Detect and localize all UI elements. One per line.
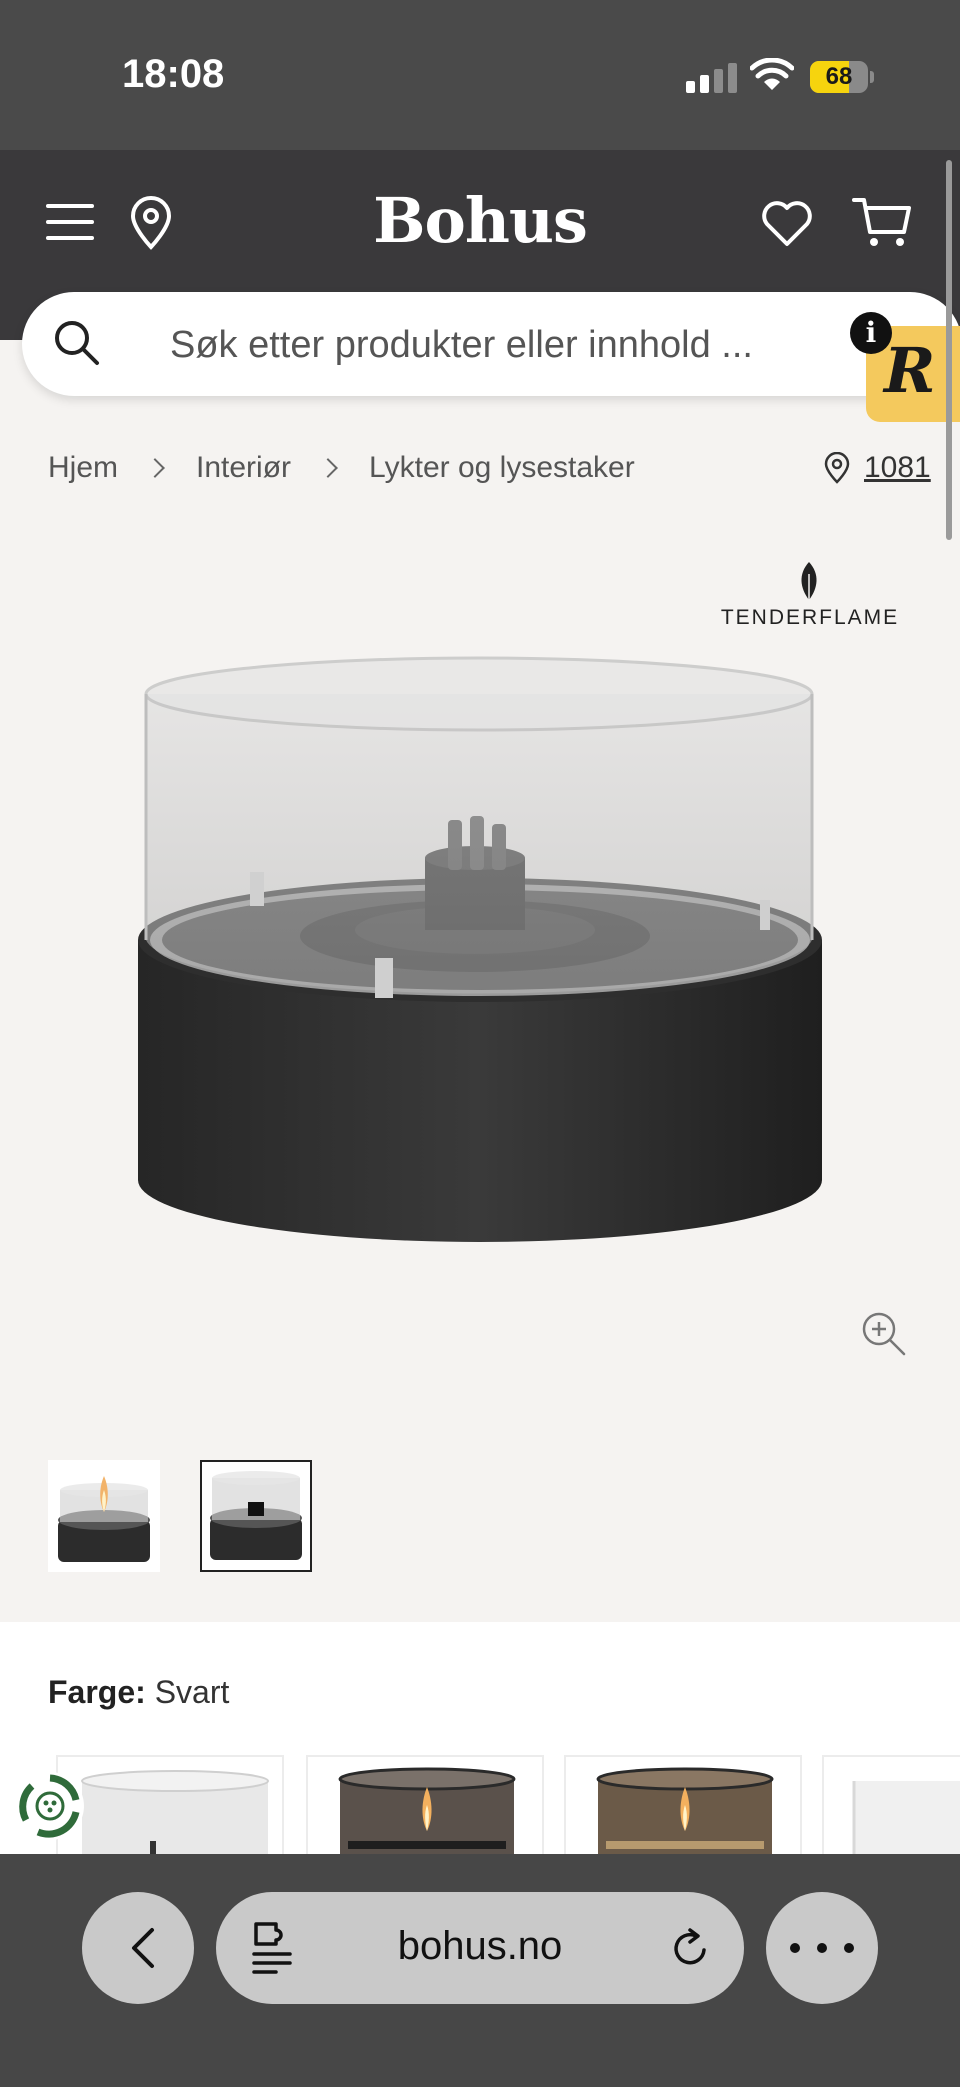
variant-image-2 — [338, 1767, 516, 1855]
flame-leaf-icon — [801, 562, 817, 600]
page-menu-icon[interactable] — [250, 1920, 294, 1976]
brand-logo[interactable]: TENDERFLAME — [720, 556, 900, 636]
breadcrumb-home[interactable]: Hjem — [48, 451, 118, 485]
breadcrumb: Hjem Interiør Lykter og lysestaker — [48, 448, 635, 488]
chevron-left-icon — [132, 1928, 154, 1968]
battery-level: 68 — [825, 63, 853, 90]
variant-image-4 — [852, 1781, 960, 1855]
location-pin-icon — [824, 452, 850, 484]
store-code[interactable]: 1081 — [864, 451, 931, 485]
brand-name: TENDERFLAME — [720, 606, 900, 629]
cart-icon[interactable] — [852, 196, 912, 250]
info-icon[interactable]: i — [850, 312, 892, 354]
variant-swatch-1[interactable] — [56, 1755, 284, 1855]
zoom-in-icon[interactable] — [860, 1310, 906, 1356]
breadcrumb-lanterns[interactable]: Lykter og lysestaker — [369, 451, 635, 485]
thumbnail-unlit[interactable] — [200, 1460, 312, 1572]
location-icon[interactable] — [128, 196, 174, 250]
wifi-icon — [750, 58, 794, 90]
thumbnail-unlit-image — [210, 1471, 302, 1560]
color-selection: Farge: Svart — [48, 1674, 229, 1711]
variant-swatch-2[interactable] — [306, 1755, 544, 1855]
breadcrumb-interior[interactable]: Interiør — [196, 451, 291, 485]
more-icon — [790, 1936, 854, 1960]
chevron-right-icon — [145, 458, 165, 478]
signal-icon — [686, 63, 737, 93]
url-text[interactable]: bohus.no — [330, 1924, 630, 1969]
status-time: 18:08 — [122, 52, 225, 96]
color-label: Farge: — [48, 1674, 146, 1710]
recycle-icon[interactable] — [14, 1770, 86, 1842]
search-input[interactable] — [170, 318, 810, 372]
r-badge-letter: R — [884, 334, 936, 407]
variant-image-1 — [81, 1770, 269, 1855]
menu-icon[interactable] — [44, 200, 96, 244]
variant-swatch-4[interactable] — [822, 1755, 960, 1855]
thumbnail-lit[interactable] — [48, 1460, 160, 1572]
scroll-indicator[interactable] — [946, 160, 952, 540]
search-icon[interactable] — [52, 318, 100, 366]
store-location[interactable]: 1081 — [824, 448, 931, 488]
battery-indicator: 68 — [810, 61, 874, 93]
product-image[interactable] — [130, 640, 830, 1300]
heart-icon[interactable] — [760, 198, 814, 248]
reload-icon[interactable] — [668, 1926, 712, 1970]
chevron-right-icon — [318, 458, 338, 478]
color-value: Svart — [154, 1674, 230, 1710]
variant-swatch-3[interactable] — [564, 1755, 802, 1855]
thumbnail-lit-image — [58, 1476, 150, 1562]
site-logo[interactable]: Bohus — [340, 184, 620, 257]
variant-image-3 — [596, 1767, 774, 1855]
